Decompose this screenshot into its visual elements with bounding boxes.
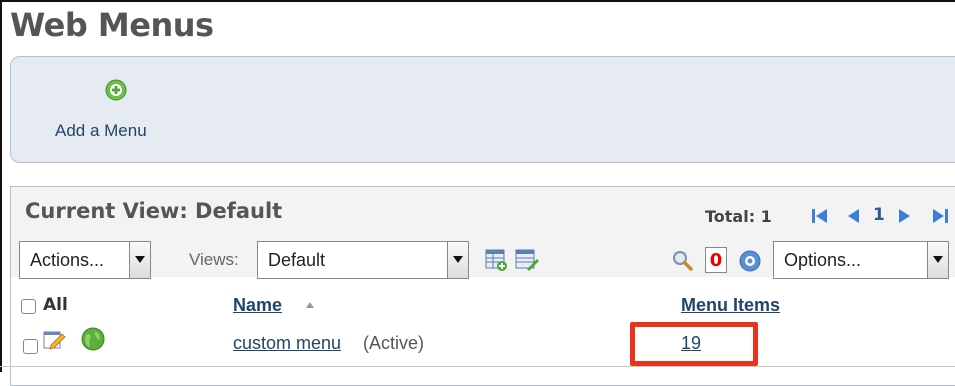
row-divider: [0, 366, 955, 367]
chevron-down-icon: [933, 256, 943, 263]
chevron-down-icon: [453, 256, 463, 263]
name-column-header[interactable]: Name: [233, 295, 282, 316]
add-circle-icon: [105, 79, 127, 101]
menu-items-column-header[interactable]: Menu Items: [681, 295, 780, 316]
options-dropdown-button[interactable]: [927, 242, 948, 278]
select-all-checkbox[interactable]: [21, 299, 36, 314]
menu-name-link[interactable]: custom menu: [233, 333, 341, 354]
add-view-icon[interactable]: [485, 249, 507, 271]
current-view-title: Current View: Default: [25, 199, 283, 223]
options-select-value: Options...: [784, 250, 862, 270]
select-all-label: All: [43, 295, 68, 315]
page-title: Web Menus: [10, 6, 214, 44]
table-row: custom menu (Active) 19: [11, 323, 955, 357]
menus-grid: Current View: Default Total: 1 1 Actions…: [10, 186, 955, 386]
row-checkbox[interactable]: [23, 339, 38, 354]
previous-page-icon[interactable]: [845, 207, 861, 225]
actions-select-value: Actions...: [30, 250, 105, 270]
next-page-icon[interactable]: [897, 207, 913, 225]
views-select[interactable]: Default: [257, 241, 469, 279]
total-count: Total: 1: [705, 207, 772, 226]
edit-icon[interactable]: [43, 329, 67, 351]
views-dropdown-button[interactable]: [447, 242, 468, 278]
sort-ascending-icon: [306, 302, 314, 308]
window-top-edge: [0, 0, 955, 2]
globe-icon[interactable]: [81, 327, 105, 351]
highlight-annotation: [630, 322, 758, 366]
chevron-down-icon: [135, 256, 145, 263]
menu-status: (Active): [363, 333, 425, 353]
options-select[interactable]: Options...: [773, 241, 949, 279]
views-select-value: Default: [268, 250, 326, 270]
window-left-edge: [0, 0, 2, 372]
current-page-number: 1: [873, 205, 885, 225]
add-menu-button[interactable]: Add a Menu: [55, 77, 175, 147]
column-header-row: All Name Menu Items: [11, 287, 955, 321]
search-icon[interactable]: [671, 249, 693, 271]
edit-view-icon[interactable]: [515, 249, 539, 271]
add-menu-label: Add a Menu: [55, 121, 147, 140]
actions-dropdown-button[interactable]: [129, 242, 150, 278]
views-label: Views:: [189, 250, 239, 269]
filter-count-badge: 0: [705, 247, 727, 273]
actions-select[interactable]: Actions...: [19, 241, 151, 279]
first-page-icon[interactable]: [811, 207, 829, 225]
last-page-icon[interactable]: [931, 207, 949, 225]
help-icon[interactable]: [739, 250, 761, 272]
action-toolbar: Add a Menu: [10, 56, 955, 163]
